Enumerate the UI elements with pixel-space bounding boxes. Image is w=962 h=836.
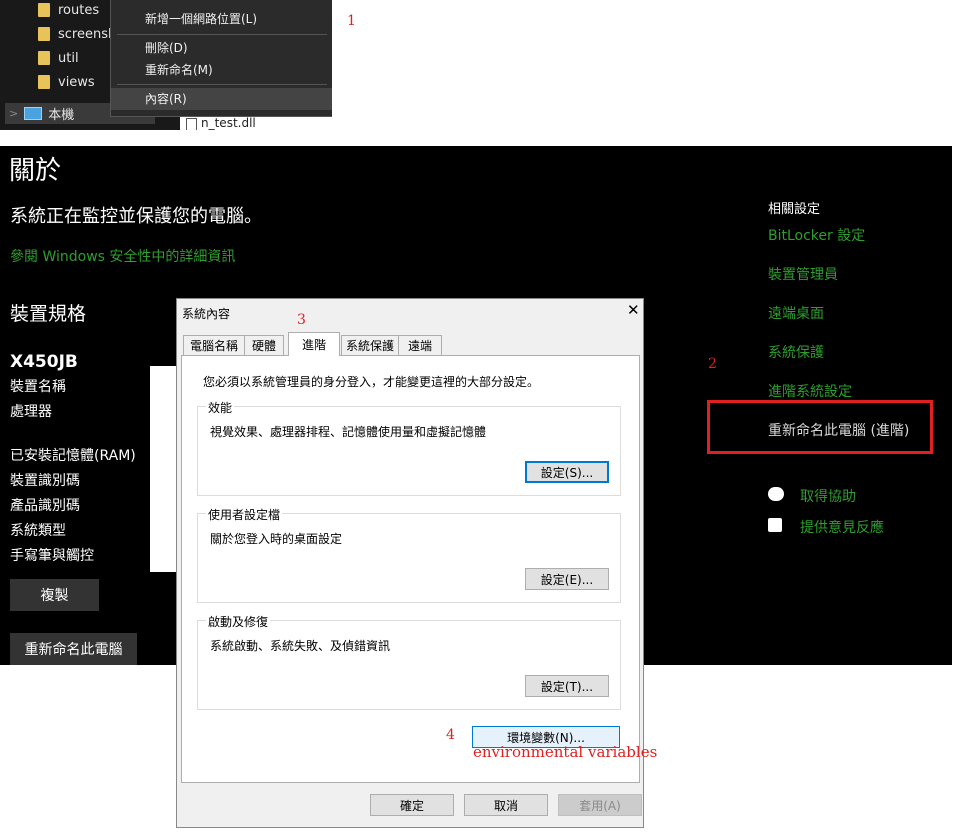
admin-note: 您必須以系統管理員的身分登入，才能變更這裡的大部分設定。 — [203, 375, 540, 389]
folder-label: views — [58, 74, 95, 90]
user-profiles-group-title: 使用者設定檔 — [206, 506, 283, 523]
folder-label: util — [58, 50, 79, 66]
annotation-env-note: environmental variables — [473, 743, 658, 761]
menu-separator — [117, 84, 327, 85]
user-profiles-group: 使用者設定檔 關於您登入時的桌面設定 設定(E)... — [197, 506, 621, 603]
startup-recovery-settings-button[interactable]: 設定(T)... — [525, 675, 609, 697]
close-icon[interactable]: ✕ — [627, 301, 640, 319]
folder-item-views[interactable]: views — [38, 72, 95, 92]
folder-icon — [38, 75, 50, 89]
rename-pc-button[interactable]: 重新命名此電腦 — [10, 633, 137, 665]
spec-label-ram: 已安裝記憶體(RAM) — [10, 448, 136, 464]
folder-icon — [38, 27, 50, 41]
menu-item-properties[interactable]: 內容(R) — [111, 88, 332, 110]
performance-settings-button[interactable]: 設定(S)... — [525, 461, 609, 483]
spec-label-product-id: 產品識別碼 — [10, 498, 80, 514]
ok-button[interactable]: 確定 — [370, 794, 454, 816]
annotation-step-4: 4 — [446, 727, 455, 743]
file-item[interactable]: n_test.dll — [180, 116, 332, 130]
file-explorer-snippet: routes screensho util views > 本機 n_test.… — [0, 0, 332, 130]
cancel-button[interactable]: 取消 — [464, 794, 548, 816]
page-title: 關於 — [9, 156, 62, 186]
folder-item-util[interactable]: util — [38, 48, 79, 68]
file-label: n_test.dll — [201, 116, 256, 130]
annotation-step-3: 3 — [297, 312, 306, 328]
this-pc-label: 本機 — [48, 108, 75, 123]
advanced-tab-panel: 您必須以系統管理員的身分登入，才能變更這裡的大部分設定。 效能 視覺效果、處理器… — [181, 355, 640, 783]
system-protection-link[interactable]: 系統保護 — [768, 342, 824, 362]
folder-icon — [38, 3, 50, 17]
dialog-title: 系統內容 — [182, 307, 231, 321]
tab-remote[interactable]: 遠端 — [398, 335, 442, 355]
menu-item-delete[interactable]: 刪除(D) — [111, 37, 332, 59]
get-help-link[interactable]: 取得協助 — [800, 486, 856, 506]
annotation-highlight-box — [707, 400, 933, 454]
tab-hardware[interactable]: 硬體 — [244, 335, 284, 355]
computer-icon — [24, 107, 43, 120]
device-model: X450JB — [10, 352, 78, 372]
device-specs-heading: 裝置規格 — [10, 303, 87, 325]
menu-item-rename[interactable]: 重新命名(M) — [111, 59, 332, 81]
device-manager-link[interactable]: 裝置管理員 — [768, 264, 838, 284]
annotation-step-2: 2 — [708, 356, 717, 372]
feedback-icon — [768, 518, 782, 532]
give-feedback-link[interactable]: 提供意見反應 — [800, 517, 884, 537]
tab-advanced[interactable]: 進階 — [288, 332, 340, 356]
startup-recovery-description: 系統啟動、系統失敗、及偵錯資訊 — [210, 639, 391, 653]
tab-system-protection[interactable]: 系統保護 — [341, 335, 399, 355]
spec-label-system-type: 系統類型 — [10, 523, 66, 539]
startup-recovery-group-title: 啟動及修復 — [206, 613, 271, 630]
related-settings-heading: 相關設定 — [768, 202, 821, 217]
performance-group: 效能 視覺效果、處理器排程、記憶體使用量和虛擬記憶體 設定(S)... — [197, 399, 621, 496]
help-icon — [768, 487, 784, 501]
spec-label-device-id: 裝置識別碼 — [10, 473, 80, 489]
context-menu: 新增一個網路位置(L) 刪除(D) 重新命名(M) 內容(R) — [110, 0, 332, 117]
advanced-system-settings-link[interactable]: 進階系統設定 — [768, 381, 852, 401]
annotation-step-1: 1 — [347, 13, 356, 29]
file-icon — [186, 118, 197, 130]
performance-description: 視覺效果、處理器排程、記憶體使用量和虛擬記憶體 — [210, 425, 487, 439]
menu-item-add-network-location[interactable]: 新增一個網路位置(L) — [111, 8, 332, 30]
tab-computer-name[interactable]: 電腦名稱 — [183, 335, 245, 355]
security-details-link[interactable]: 參閱 Windows 安全性中的詳細資訊 — [10, 246, 235, 266]
startup-recovery-group: 啟動及修復 系統啟動、系統失敗、及偵錯資訊 設定(T)... — [197, 613, 621, 710]
performance-group-title: 效能 — [206, 399, 235, 416]
folder-icon — [38, 51, 50, 65]
bitlocker-settings-link[interactable]: BitLocker 設定 — [768, 225, 865, 245]
copy-button[interactable]: 複製 — [10, 579, 99, 611]
folder-item-routes[interactable]: routes — [38, 0, 99, 20]
spec-label-processor: 處理器 — [10, 404, 52, 420]
folder-label: routes — [58, 2, 100, 18]
apply-button[interactable]: 套用(A) — [558, 794, 642, 816]
protection-status-text: 系統正在監控並保護您的電腦。 — [10, 206, 262, 227]
chevron-right-icon[interactable]: > — [9, 107, 18, 120]
user-profiles-description: 關於您登入時的桌面設定 — [210, 532, 343, 546]
spec-label-pen-touch: 手寫筆與觸控 — [10, 548, 94, 564]
user-profiles-settings-button[interactable]: 設定(E)... — [525, 568, 609, 590]
remote-desktop-link[interactable]: 遠端桌面 — [768, 303, 824, 323]
spec-label-device-name: 裝置名稱 — [10, 379, 66, 395]
menu-separator — [117, 34, 327, 35]
